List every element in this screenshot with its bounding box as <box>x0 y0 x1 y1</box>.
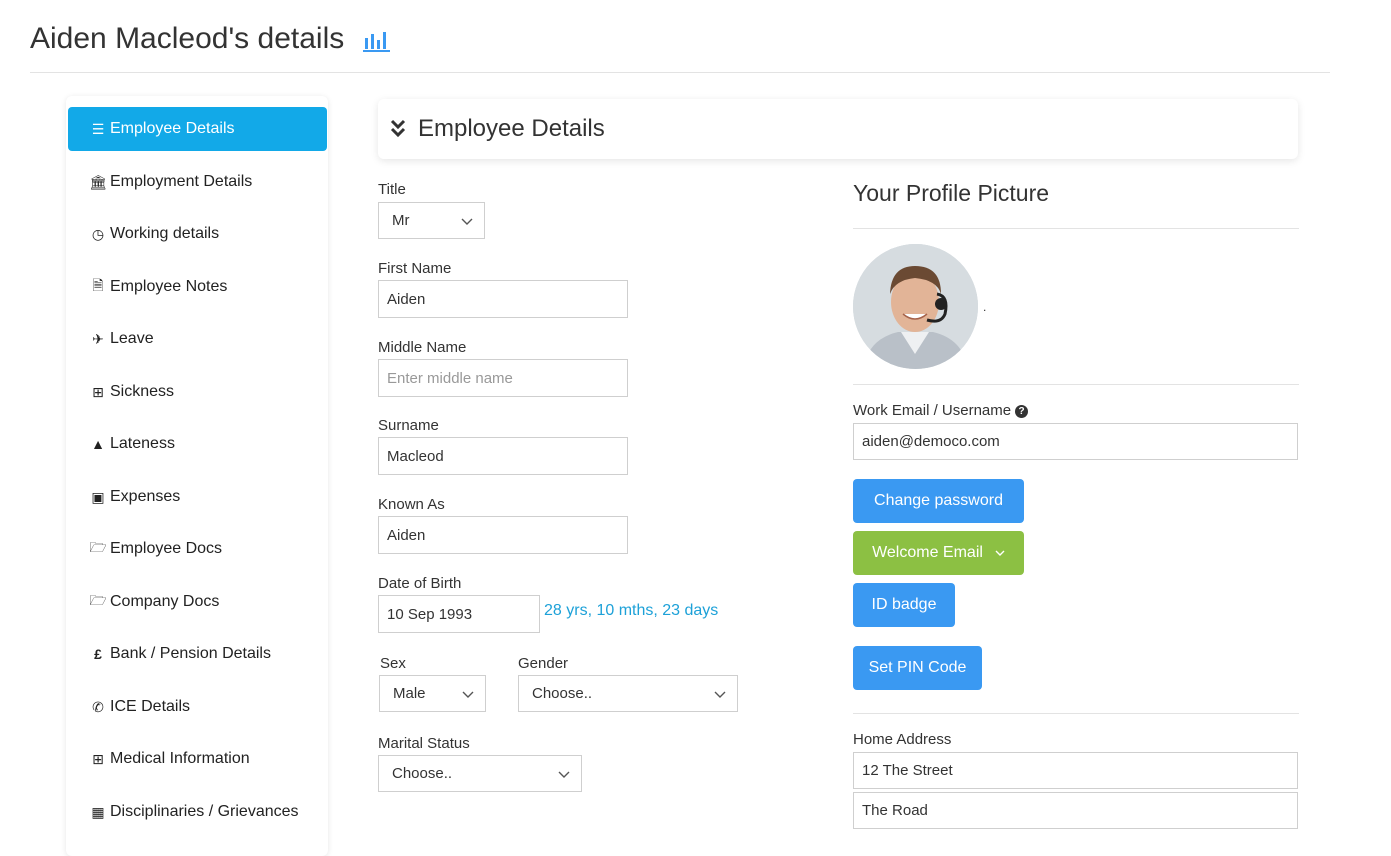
sidebar: ☰ Employee Details 🏛 Employment Details … <box>66 96 328 856</box>
work-email-label: Work Email / Username? <box>853 402 1029 419</box>
marital-status-label: Marital Status <box>378 735 470 752</box>
avatar-caption: . <box>983 300 987 314</box>
double-chevron-down-icon <box>390 119 406 138</box>
sidebar-item-label: ICE Details <box>110 698 191 715</box>
folder-open-icon: 🗁 <box>89 592 107 608</box>
sidebar-item-label: Expenses <box>110 488 181 505</box>
question-circle-icon[interactable]: ? <box>1015 405 1029 418</box>
dob-field[interactable] <box>378 595 540 633</box>
sidebar-item-employee-details[interactable]: ☰ Employee Details <box>68 107 327 151</box>
clock-icon: ◷ <box>91 225 105 242</box>
warning-icon: ▲ <box>91 436 105 452</box>
document-icon: 🗎 <box>92 277 104 293</box>
middle-name-label: Middle Name <box>378 339 467 356</box>
change-password-button[interactable]: Change password <box>853 479 1024 523</box>
sidebar-item-medical-information[interactable]: ⊞ Medical Information <box>68 737 327 781</box>
set-pin-code-button[interactable]: Set PIN Code <box>853 646 982 690</box>
pound-icon: £ <box>94 646 102 662</box>
plane-icon: ✈ <box>92 330 104 347</box>
known-as-field[interactable] <box>378 516 628 554</box>
sidebar-item-label: Sickness <box>110 383 175 400</box>
marital-status-select-value: Choose.. <box>392 765 453 782</box>
home-address-label: Home Address <box>853 731 952 748</box>
title-select-value: Mr <box>392 212 410 229</box>
sidebar-item-label: Employee Details <box>110 120 235 137</box>
folder-open-icon: 🗁 <box>89 539 107 555</box>
age-text: 28 yrs, 10 mths, 23 days <box>544 602 719 619</box>
sidebar-item-label: Employee Notes <box>110 278 228 295</box>
chevron-down-icon <box>995 550 1005 556</box>
medkit-icon: ⊞ <box>92 750 104 767</box>
sidebar-item-company-docs[interactable]: 🗁 Company Docs <box>68 580 327 624</box>
bank-icon: 🏛 <box>89 173 107 190</box>
address-line2-field[interactable] <box>853 792 1298 829</box>
profile-picture-title: Your Profile Picture <box>853 180 1050 206</box>
sidebar-item-label: Lateness <box>110 435 175 452</box>
sidebar-item-label: Medical Information <box>110 750 250 767</box>
sidebar-item-ice-details[interactable]: ✆ ICE Details <box>68 685 327 729</box>
first-name-field[interactable] <box>378 280 628 318</box>
medkit-icon: ⊞ <box>92 383 104 400</box>
gender-select[interactable]: Choose.. <box>518 675 738 712</box>
dob-label: Date of Birth <box>378 575 462 592</box>
divider <box>853 228 1299 229</box>
page-title: Aiden Macleod's details <box>30 22 345 55</box>
sidebar-item-label: Employment Details <box>110 173 253 190</box>
profile-photo <box>853 244 978 369</box>
sex-label: Sex <box>380 655 406 672</box>
sidebar-item-label: Bank / Pension Details <box>110 645 271 662</box>
section-title: Employee Details <box>418 115 605 142</box>
middle-name-field[interactable] <box>378 359 628 397</box>
header-divider <box>30 72 1330 73</box>
work-email-label-text: Work Email / Username <box>853 402 1012 419</box>
phone-icon: ✆ <box>92 698 104 715</box>
id-badge-button[interactable]: ID badge <box>853 583 955 627</box>
chevron-down-icon <box>462 691 474 698</box>
sidebar-item-bank-pension[interactable]: £ Bank / Pension Details <box>68 632 327 676</box>
divider <box>853 713 1299 714</box>
sidebar-item-leave[interactable]: ✈ Leave <box>68 317 327 361</box>
title-select[interactable]: Mr <box>378 202 485 239</box>
sidebar-item-lateness[interactable]: ▲ Lateness <box>68 422 327 466</box>
gender-label: Gender <box>518 655 569 672</box>
sidebar-item-sickness[interactable]: ⊞ Sickness <box>68 370 327 414</box>
sidebar-item-label: Company Docs <box>110 593 220 610</box>
sidebar-item-disciplinaries[interactable]: ▦ Disciplinaries / Grievances <box>68 790 327 834</box>
known-as-label: Known As <box>378 496 445 513</box>
surname-label: Surname <box>378 417 439 434</box>
work-email-field[interactable] <box>853 423 1298 460</box>
avatar[interactable] <box>853 244 978 369</box>
section-header[interactable]: Employee Details <box>378 99 1298 159</box>
qrcode-icon: ▦ <box>91 803 105 820</box>
first-name-label: First Name <box>378 260 452 277</box>
list-icon: ☰ <box>91 120 105 137</box>
surname-field[interactable] <box>378 437 628 475</box>
chevron-down-icon <box>461 218 473 225</box>
gender-select-value: Choose.. <box>532 685 593 702</box>
title-label: Title <box>378 181 406 198</box>
sidebar-item-label: Employee Docs <box>110 540 223 557</box>
sidebar-item-working-details[interactable]: ◷ Working details <box>68 212 327 256</box>
sidebar-item-employee-docs[interactable]: 🗁 Employee Docs <box>68 527 327 571</box>
sidebar-item-employment-details[interactable]: 🏛 Employment Details <box>68 160 327 204</box>
sidebar-item-employee-notes[interactable]: 🗎 Employee Notes <box>68 265 327 309</box>
sidebar-item-label: Leave <box>110 330 154 347</box>
sidebar-item-expenses[interactable]: ▣ Expenses <box>68 475 327 519</box>
divider <box>853 384 1299 385</box>
sex-select[interactable]: Male <box>379 675 486 712</box>
sidebar-item-label: Working details <box>110 225 220 242</box>
address-line1-field[interactable] <box>853 752 1298 789</box>
welcome-email-button[interactable]: Welcome Email <box>853 531 1024 575</box>
chevron-down-icon <box>714 691 726 698</box>
marital-status-select[interactable]: Choose.. <box>378 755 582 792</box>
sidebar-item-label: Disciplinaries / Grievances <box>110 803 299 820</box>
welcome-email-label: Welcome Email <box>872 544 983 561</box>
money-icon: ▣ <box>91 488 105 505</box>
bar-chart-icon[interactable] <box>363 30 390 52</box>
chevron-down-icon <box>558 771 570 778</box>
sex-select-value: Male <box>393 685 426 702</box>
